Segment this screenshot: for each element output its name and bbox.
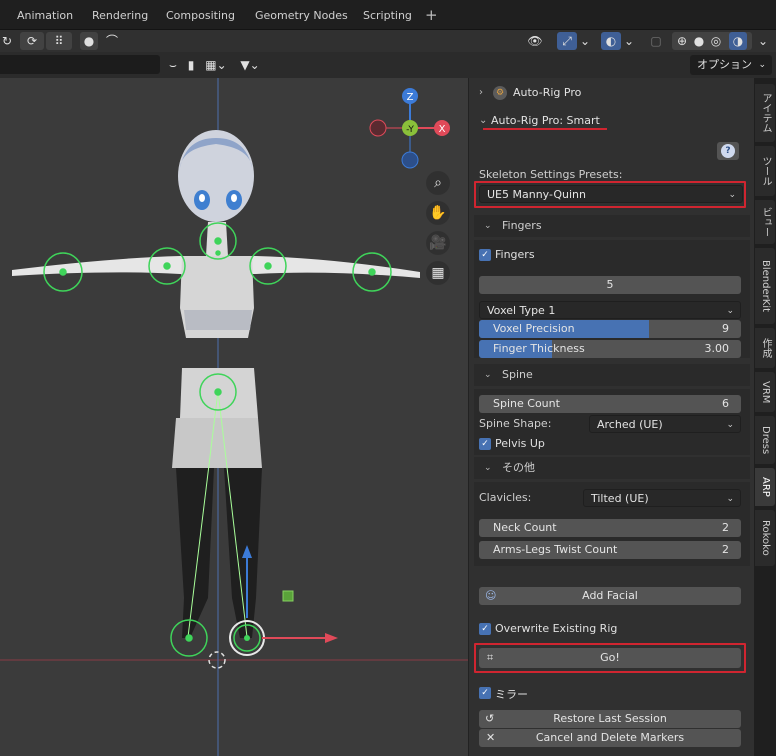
vtab-arp[interactable]: ARP	[755, 468, 775, 506]
overlay-chevron-down-icon[interactable]: ⌄	[622, 32, 636, 50]
viewport-subheader: ⌣ ▮ ▦⌄ ▼⌄ オプション ⌄	[0, 52, 776, 78]
chevron-down-icon: ⌄	[484, 370, 492, 380]
wireframe-shading-icon[interactable]: ⊕	[674, 32, 690, 50]
gizmo-toggle-icon[interactable]: ⤢	[557, 32, 577, 50]
camera-view-icon[interactable]: 🎥	[426, 231, 450, 255]
spine-shape-label: Spine Shape:	[479, 417, 552, 430]
bookmark-icon[interactable]: ▮	[184, 56, 198, 74]
add-workspace-button[interactable]: +	[425, 6, 438, 24]
pelvis-up-checkbox[interactable]: ✓	[479, 438, 491, 450]
fingers-count-field[interactable]: 5	[479, 276, 741, 294]
vtab-dress[interactable]: Dress	[755, 416, 775, 464]
overlay-curve-icon[interactable]: ⌣	[164, 56, 182, 74]
twist-count-field[interactable]: Arms-Legs Twist Count 2	[479, 541, 741, 559]
spine-section-header[interactable]: ⌄ Spine	[474, 364, 750, 386]
clavicles-label: Clavicles:	[479, 491, 532, 504]
face-icon: ☺	[485, 589, 497, 602]
arp-logo-icon: ⚙	[493, 86, 507, 100]
solid-shading-icon[interactable]: ●	[691, 32, 707, 50]
gizmo-x-label: X	[439, 124, 446, 135]
pivot-point-icon[interactable]: ⟳	[20, 32, 44, 50]
help-icon: ?	[721, 144, 735, 158]
presets-label: Skeleton Settings Presets:	[479, 168, 623, 181]
snap-grid-icon[interactable]: ⠿	[46, 32, 72, 50]
viewport-scene: Z -Y X	[0, 78, 468, 756]
pelvis-up-label: Pelvis Up	[495, 437, 545, 450]
chevron-down-icon: ⌄	[479, 115, 488, 126]
panel-title-smart: Auto-Rig Pro: Smart	[491, 114, 600, 127]
overwrite-checkbox[interactable]: ✓	[479, 623, 491, 635]
close-icon: ✕	[486, 731, 496, 744]
vtab-blenderkit[interactable]: BlenderKit	[755, 248, 775, 324]
workspace-tab-bar: Animation Rendering Compositing Geometry…	[0, 0, 776, 30]
gizmo-z-label: Z	[407, 92, 414, 103]
help-button[interactable]: ?	[717, 142, 739, 160]
vtab-vrm[interactable]: VRM	[755, 372, 775, 412]
falloff-curve-icon[interactable]: ⌒	[100, 32, 124, 50]
voxel-precision-slider[interactable]: Voxel Precision 9	[479, 320, 741, 338]
voxel-type-dropdown[interactable]: Voxel Type 1 ⌄	[479, 301, 741, 319]
character-model	[12, 130, 420, 638]
proportional-edit-icon[interactable]: ●	[80, 32, 98, 50]
fingers-checkbox[interactable]: ✓	[479, 249, 491, 261]
gizmo-chevron-down-icon[interactable]: ⌄	[578, 32, 592, 50]
vtab-create[interactable]: 作成	[755, 328, 775, 368]
add-facial-button[interactable]: ☺ Add Facial	[479, 587, 741, 605]
3d-viewport[interactable]: Z -Y X ⌕ ✋ 🎥 ▦	[0, 78, 468, 756]
cancel-delete-button[interactable]: ✕ Cancel and Delete Markers	[479, 729, 741, 747]
visibility-eye-icon[interactable]: 👁	[520, 32, 550, 50]
plane-handle	[282, 590, 294, 602]
gizmo-y-label: -Y	[406, 125, 414, 135]
clavicles-dropdown[interactable]: Tilted (UE) ⌄	[583, 489, 741, 507]
panel-auto-rig-pro-smart[interactable]: ⌄ Auto-Rig Pro: Smart	[469, 108, 754, 134]
viewport-search-field[interactable]	[0, 55, 160, 74]
go-highlight	[474, 643, 746, 673]
mirror-checkbox[interactable]: ✓	[479, 687, 491, 699]
tab-scripting[interactable]: Scripting	[363, 9, 412, 22]
presets-highlight	[474, 181, 746, 208]
fingers-section-header[interactable]: ⌄ Fingers	[474, 215, 750, 237]
viewport-header: ↻ ⟳ ⠿ ● ⌒ 👁 ⤢ ⌄ ◐ ⌄ ▢ ⊕ ● ◎ ◑ ⌄	[0, 30, 776, 52]
restore-session-button[interactable]: ↺ Restore Last Session	[479, 710, 741, 728]
vtab-item[interactable]: アイテム	[755, 84, 775, 142]
zoom-icon[interactable]: ⌕	[426, 171, 450, 195]
mirror-label: ミラー	[495, 688, 528, 701]
panel-auto-rig-pro[interactable]: › ⚙ Auto-Rig Pro	[469, 80, 754, 106]
spine-shape-dropdown[interactable]: Arched (UE) ⌄	[589, 415, 741, 433]
finger-thickness-slider[interactable]: Finger Thickness 3.00	[479, 340, 741, 358]
tab-compositing[interactable]: Compositing	[166, 9, 235, 22]
neck-count-field[interactable]: Neck Count 2	[479, 519, 741, 537]
rendered-shading-icon[interactable]: ◑	[729, 32, 747, 50]
tab-geometry-nodes[interactable]: Geometry Nodes	[255, 9, 348, 22]
chevron-right-icon: ›	[479, 87, 483, 98]
material-shading-icon[interactable]: ◎	[708, 32, 724, 50]
panel-title-arp: Auto-Rig Pro	[513, 86, 582, 99]
xray-icon[interactable]: ▢	[648, 32, 664, 50]
tab-rendering[interactable]: Rendering	[92, 9, 148, 22]
vtab-tool[interactable]: ツール	[755, 146, 775, 196]
fingers-checkbox-label: Fingers	[495, 248, 535, 261]
vtab-rokoko[interactable]: Rokoko	[755, 510, 775, 566]
title-underline	[483, 128, 607, 130]
sidebar-tabs: アイテム ツール ビュー BlenderKit 作成 VRM Dress ARP…	[754, 78, 776, 756]
pan-hand-icon[interactable]: ✋	[426, 201, 450, 225]
history-icon: ↺	[485, 712, 495, 725]
overwrite-label: Overwrite Existing Rig	[495, 622, 618, 635]
filter-icon[interactable]: ▼⌄	[234, 56, 266, 74]
sidebar-panel: › ⚙ Auto-Rig Pro ⌄ Auto-Rig Pro: Smart ?…	[468, 78, 754, 756]
transform-orientation-icon[interactable]: ↻	[0, 32, 14, 50]
tab-animation[interactable]: Animation	[17, 9, 73, 22]
view-layout-icon[interactable]: ▦⌄	[201, 56, 231, 74]
vtab-view[interactable]: ビュー	[755, 200, 775, 244]
options-dropdown[interactable]: オプション ⌄	[690, 55, 772, 75]
overlay-toggle-icon[interactable]: ◐	[601, 32, 621, 50]
spine-count-field[interactable]: Spine Count 6	[479, 395, 741, 413]
ortho-grid-icon[interactable]: ▦	[426, 261, 450, 285]
navigation-gizmo: Z -Y X	[369, 88, 450, 169]
shading-chevron-down-icon[interactable]: ⌄	[756, 32, 770, 50]
chevron-down-icon: ⌄	[484, 221, 492, 231]
other-section-header[interactable]: ⌄ その他	[474, 457, 750, 479]
chevron-down-icon: ⌄	[484, 463, 492, 473]
